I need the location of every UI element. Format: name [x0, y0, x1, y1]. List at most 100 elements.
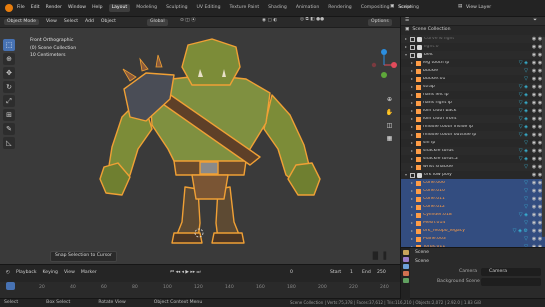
outliner-row[interactable]: ▸ loin cloth front ▽ ◈ ◉ ◉ — [401, 115, 545, 123]
workspace-tab-texture-paint[interactable]: Texture Paint — [227, 4, 263, 13]
render-tab-icon[interactable] — [403, 257, 409, 262]
modifier-icon[interactable]: ▽ — [524, 236, 528, 242]
options-dropdown[interactable]: Options — [368, 19, 392, 26]
snap-icon[interactable]: ⊙ ◫ ⦿ — [180, 18, 196, 24]
modifier-icon[interactable]: ▽ ◈ — [519, 116, 528, 122]
overlay-toggle-icon[interactable]: ◎ ⧉ ◧ ●● — [300, 17, 324, 23]
timeline-menu-playback[interactable]: Playback — [16, 271, 37, 276]
view-layer-selector[interactable]: View Layer — [466, 5, 491, 11]
exclude-checkbox[interactable] — [410, 52, 415, 58]
outliner-row[interactable]: ▸ light.0 ◉ ◉ — [401, 43, 545, 51]
modifier-icon[interactable]: ▽ — [524, 76, 528, 82]
navigation-gizmo[interactable] — [370, 47, 398, 83]
exclude-checkbox[interactable] — [410, 44, 415, 50]
modifier-icon[interactable]: ▽ ◈ — [519, 108, 528, 114]
modifier-icon[interactable]: ▽ ◈ — [519, 60, 528, 66]
last-operation-panel[interactable]: Snap Selection to Cursor — [50, 251, 117, 262]
scale-tool-icon[interactable]: ⤢ — [3, 95, 15, 107]
end-frame-field[interactable]: 250 — [377, 270, 386, 276]
gizmo-y-axis[interactable] — [381, 72, 387, 78]
orc-model[interactable] — [90, 37, 330, 249]
move-tool-icon[interactable]: ✥ — [3, 67, 15, 79]
outliner-row[interactable]: ▸ strap ▽ ◈ ◉ ◉ — [401, 83, 545, 91]
zoom-icon[interactable]: ⊕ — [385, 95, 394, 104]
view-layer-icon[interactable]: ▤ — [458, 4, 462, 10]
scene-panel-header[interactable]: Scene — [415, 259, 429, 265]
workspace-tab-rendering[interactable]: Rendering — [325, 4, 354, 13]
workspace-tab-shading[interactable]: Shading — [265, 4, 290, 13]
current-frame-field[interactable]: 0 — [290, 270, 293, 276]
outliner-row[interactable]: ▸ shackle torus ▽ ◈ ◉ ◉ — [401, 147, 545, 155]
tool-tab-icon[interactable] — [403, 250, 409, 255]
background-scene-field[interactable] — [481, 278, 541, 286]
outliner-root-row[interactable]: ▣ Scene Collection — [401, 26, 545, 35]
modifier-icon[interactable]: ▽ ◈ — [519, 124, 528, 130]
start-frame-field[interactable]: 1 — [350, 270, 353, 276]
scene-selector-icon[interactable]: ▣ — [390, 4, 394, 10]
outliner-row[interactable]: ▸ Cone.010 ▽ ◉ ◉ — [401, 187, 545, 195]
outliner-row[interactable]: ▸ Curve & light ◉ ◉ — [401, 35, 545, 43]
timeline-editor-icon[interactable]: ◴ — [6, 271, 10, 276]
outliner-row[interactable]: ▸ buckle ▽ ◉ ◉ — [401, 67, 545, 75]
modifier-icon[interactable]: ▽ — [524, 220, 528, 226]
modifier-icon[interactable]: ▽ ◈ — [519, 132, 528, 138]
modifier-icon[interactable]: ▽ — [524, 164, 528, 170]
measure-tool-icon[interactable]: ◺ — [3, 137, 15, 149]
timeline-menu-marker[interactable]: Marker — [81, 271, 97, 276]
outliner-row[interactable]: ▸ middle tooth inside lp ▽ ◈ ◉ ◉ — [401, 123, 545, 131]
world-tab-icon[interactable] — [403, 278, 409, 283]
timeline-menu-view[interactable]: View — [64, 271, 75, 276]
outliner-row[interactable]: ▾ belt ◉ ◉ — [401, 51, 545, 59]
viewport-menu-view[interactable]: View — [46, 19, 57, 25]
3d-viewport[interactable]: Object Mode View Select Add Object Globa… — [0, 17, 400, 264]
timeline-menu-keying[interactable]: Keying — [43, 271, 58, 276]
exclude-checkbox[interactable] — [410, 36, 415, 42]
modifier-icon[interactable]: ▽ — [524, 180, 528, 186]
modifier-icon[interactable]: ▽ ◈ ⚙ — [513, 228, 528, 234]
workspace-tab-layout[interactable]: Layout — [108, 3, 131, 13]
visibility-icon[interactable]: ◉ ▢ ◐ — [262, 18, 277, 24]
select-box-tool-icon[interactable]: ⬚ — [3, 39, 15, 51]
outliner-row[interactable]: ▸ Mesh.014 ▽ ◉ ◉ — [401, 219, 545, 227]
scene-selector[interactable]: Scene — [398, 5, 412, 11]
outliner-row[interactable]: ▸ loin cloth back ▽ ◈ ◉ ◉ — [401, 107, 545, 115]
menu-help[interactable]: Help — [92, 5, 102, 11]
outliner-row[interactable]: ▾ ork low poly ◉ ◉ — [401, 171, 545, 179]
outliner-row[interactable]: ▸ Cone.011 ▽ ◉ ◉ — [401, 195, 545, 203]
workspace-tab-sculpting[interactable]: Sculpting — [163, 4, 190, 13]
scene-tab-icon[interactable] — [403, 271, 409, 276]
modifier-icon[interactable]: ▽ ◈ — [519, 156, 528, 162]
menu-render[interactable]: Render — [46, 5, 62, 11]
modifier-icon[interactable]: ▽ — [524, 204, 528, 210]
outliner-row[interactable]: ▸ hans right lp ▽ ◈ ◉ ◉ — [401, 99, 545, 107]
viewport-menu-add[interactable]: Add — [85, 19, 94, 25]
pan-hand-icon[interactable]: ✋ — [385, 108, 394, 117]
modifier-icon[interactable]: ▽ ◈ — [519, 92, 528, 98]
outliner-row[interactable]: ▸ sni lp ▽ ◉ ◉ — [401, 139, 545, 147]
camera-field[interactable]: Camera — [481, 268, 541, 276]
outliner-row[interactable]: ▸ Cylinder.018 ▽ ◈ ◉ ◉ — [401, 211, 545, 219]
workspace-tab-compositing[interactable]: Compositing — [358, 4, 393, 13]
render-camera-icon[interactable]: ◉ — [537, 236, 543, 242]
outliner-row[interactable]: ▸ wrist shackle ▽ ◉ ◉ — [401, 163, 545, 171]
modifier-icon[interactable]: ▽ ◈ — [519, 100, 528, 106]
camera-view-icon[interactable]: ◫ — [385, 121, 394, 130]
outliner-row[interactable]: ▸ buckle.01 ▽ ◉ ◉ — [401, 75, 545, 83]
outliner-row[interactable]: ▸ Cone.012 ▽ ◉ ◉ — [401, 203, 545, 211]
outliner-row[interactable]: ▸ Plane.003 ▽ ◉ ◉ — [401, 235, 545, 243]
timeline-ruler[interactable]: 020406080100120140160180200220240 — [0, 282, 400, 298]
menu-file[interactable]: File — [17, 5, 25, 11]
workspace-tab-uv-editing[interactable]: UV Editing — [194, 4, 224, 13]
outliner-row[interactable]: ▸ Cone.006 ▽ ◉ ◉ — [401, 179, 545, 187]
annotate-tool-icon[interactable]: ✎ — [3, 123, 15, 135]
playback-controls-icon[interactable]: ⏮ ◂◂ ◂ ▶ ▸▸ ⏭ — [170, 270, 201, 276]
modifier-icon[interactable]: ▽ — [524, 68, 528, 74]
output-tab-icon[interactable] — [403, 264, 409, 269]
menu-edit[interactable]: Edit — [31, 5, 40, 11]
perspective-grid-icon[interactable]: ▦ — [385, 134, 394, 143]
modifier-icon[interactable]: ▽ ◈ — [519, 148, 528, 154]
outliner-editor-icon[interactable]: ☰ — [405, 18, 409, 24]
rotate-tool-icon[interactable]: ↻ — [3, 81, 15, 93]
menu-window[interactable]: Window — [68, 5, 86, 11]
viewport-menu-select[interactable]: Select — [64, 19, 78, 25]
